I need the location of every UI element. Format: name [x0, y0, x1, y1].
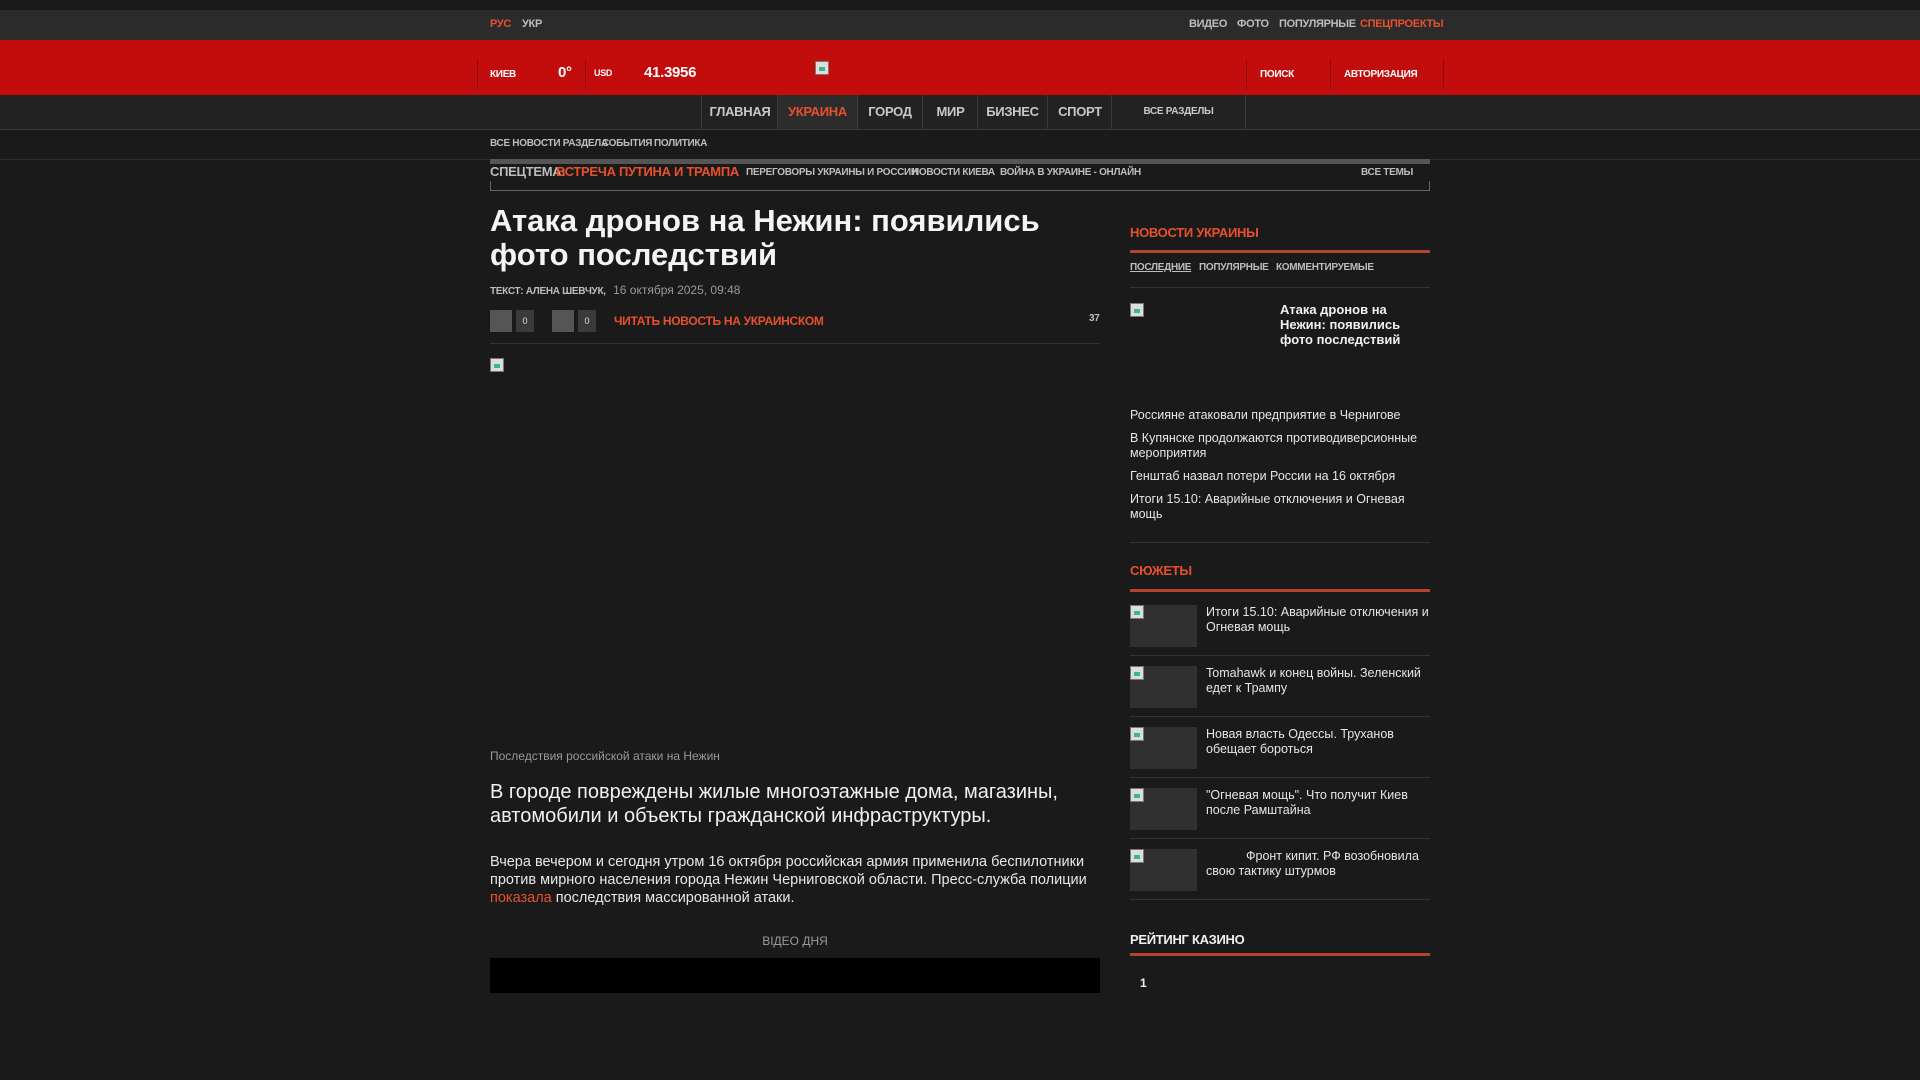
divider [1246, 59, 1247, 89]
video-player[interactable] [490, 958, 1100, 993]
story-title[interactable]: "Огневая мощь". Что получит Киев после Р… [1206, 788, 1430, 818]
story-thumbnail [1130, 727, 1197, 769]
lang-uk-link[interactable]: УКР [522, 18, 542, 30]
featured-news-thumbnail[interactable] [1130, 303, 1144, 317]
currency-label: USD [594, 68, 613, 78]
photo-caption: Последствия российской атаки на Нежин [490, 749, 720, 763]
broken-image-icon [1130, 788, 1144, 802]
story-item[interactable]: Итоги 15.10: Аварийные отключения и Огне… [1130, 605, 1430, 656]
body-text: последствия массированной атаки. [551, 890, 795, 906]
divider [477, 59, 478, 89]
article-actions: 0 0 ЧИТАТЬ НОВОСТЬ НА УКРАИНСКОМ 37 [490, 310, 1100, 344]
theme-link-war-online[interactable]: ВОЙНА В УКРАИНЕ - ОНЛАЙН [1000, 167, 1141, 178]
news-item[interactable]: Россияне атаковали предприятие в Черниго… [1130, 408, 1435, 423]
theme-link-kyiv-news[interactable]: НОВОСТИ КИЕВА [912, 167, 995, 178]
story-item[interactable]: Фронт кипит. РФ возобновила свою тактику… [1130, 849, 1430, 900]
story-item[interactable]: Новая власть Одессы. Труханов обещает бо… [1130, 727, 1430, 778]
nav-world[interactable]: МИР [922, 95, 978, 129]
theme-link-negotiations[interactable]: ПЕРЕГОВОРЫ УКРАИНЫ И РОССИИ [746, 167, 918, 178]
comments-count[interactable]: 37 [1089, 313, 1100, 324]
broken-image-icon [1130, 849, 1144, 863]
site-logo[interactable] [815, 61, 829, 75]
popular-link[interactable]: ПОПУЛЯРНЫЕ [1279, 18, 1356, 30]
lang-ru-link[interactable]: РУС [490, 18, 511, 30]
heading-underline [1130, 250, 1430, 253]
story-thumbnail [1130, 849, 1197, 891]
article-title: Атака дронов на Нежин: появились фото по… [490, 203, 1040, 272]
stories-heading[interactable]: СЮЖЕТЫ [1130, 563, 1192, 578]
photo-link[interactable]: ФОТО [1237, 18, 1269, 30]
read-in-ukrainian-link[interactable]: ЧИТАТЬ НОВОСТЬ НА УКРАИНСКОМ [614, 314, 824, 328]
story-item[interactable]: Tomahawk и конец войны. Зеленский едет к… [1130, 666, 1430, 717]
story-item[interactable]: "Огневая мощь". Что получит Киев после Р… [1130, 788, 1430, 839]
top-bar: РУС УКР ВИДЕО ФОТО ПОПУЛЯРНЫЕ СПЕЦПРОЕКТ… [0, 10, 1920, 40]
nav-ukraine[interactable]: УКРАИНА [777, 95, 857, 129]
tab-commented[interactable]: КОММЕНТИРУЕМЫЕ [1276, 262, 1374, 273]
divider [1443, 59, 1444, 89]
all-themes-link[interactable]: ВСЕ ТЕМЫ [1361, 167, 1413, 178]
share-facebook-button[interactable] [490, 310, 512, 332]
article-lead: В городе повреждены жилые многоэтажные д… [490, 781, 1058, 827]
header-bar: КИЕВ 0° USD 41.3956 ПОИСК АВТОРИЗАЦИЯ [0, 40, 1920, 95]
search-button[interactable]: ПОИСК [1260, 69, 1294, 80]
video-link[interactable]: ВИДЕО [1189, 18, 1227, 30]
news-item[interactable]: Итоги 15.10: Аварийные отключения и Огне… [1130, 492, 1435, 522]
article-date: 16 октября 2025, 09:48 [613, 283, 741, 297]
weather-temperature: 0° [558, 64, 572, 81]
special-projects-link[interactable]: СПЕЦПРОЕКТЫ [1360, 18, 1444, 30]
subnav-politics[interactable]: ПОЛИТИКА [654, 138, 707, 149]
currency-rate: 41.3956 [644, 64, 697, 81]
share-count: 0 [578, 310, 596, 332]
casino-rating-heading: РЕЙТИНГ КАЗИНО [1130, 932, 1245, 947]
broken-image-icon [1130, 727, 1144, 741]
share-count: 0 [516, 310, 534, 332]
broken-image-icon [1130, 605, 1144, 619]
nav-business[interactable]: БИЗНЕС [977, 95, 1047, 129]
article-byline: ТЕКСТ: АЛЕНА ШЕВЧУК, 16 октября 2025, 09… [490, 283, 740, 297]
divider [1330, 59, 1331, 89]
main-nav: ГЛАВНАЯ УКРАИНА ГОРОД МИР БИЗНЕС СПОРТ В… [0, 95, 1920, 130]
story-title[interactable]: Новая власть Одессы. Труханов обещает бо… [1206, 727, 1430, 757]
featured-news-link[interactable]: Атака дронов на Нежин: появились фото по… [1280, 302, 1430, 347]
nav-sport[interactable]: СПОРТ [1047, 95, 1112, 129]
share-telegram-button[interactable] [552, 310, 574, 332]
news-item[interactable]: В Купянске продолжаются противодиверсион… [1130, 431, 1435, 461]
broken-image-icon [490, 358, 504, 372]
login-button[interactable]: АВТОРИЗАЦИЯ [1344, 69, 1418, 80]
ukraine-news-heading[interactable]: НОВОСТИ УКРАИНЫ [1130, 225, 1259, 240]
subnav-events[interactable]: СОБЫТИЯ [602, 138, 652, 149]
article-photo [490, 358, 1100, 738]
body-text: Вчера вечером и сегодня утром 16 октября… [490, 854, 1087, 888]
story-title[interactable]: Итоги 15.10: Аварийные отключения и Огне… [1206, 605, 1430, 635]
article-body: Вчера вечером и сегодня утром 16 октября… [490, 853, 1100, 907]
divider [585, 59, 586, 89]
video-of-day-label: ВІДЕО ДНЯ [762, 934, 828, 948]
nav-home[interactable]: ГЛАВНАЯ [701, 95, 778, 129]
story-title[interactable]: Tomahawk и конец войны. Зеленский едет к… [1206, 666, 1430, 696]
story-thumbnail [1130, 605, 1197, 647]
special-theme-label: СПЕЦТЕМА: [490, 164, 566, 179]
story-thumbnail [1130, 666, 1197, 708]
broken-image-icon [1130, 666, 1144, 680]
article-author[interactable]: ТЕКСТ: АЛЕНА ШЕВЧУК, [490, 286, 606, 297]
heading-underline [1130, 953, 1430, 956]
nav-all-sections[interactable]: ВСЕ РАЗДЕЛЫ [1111, 95, 1246, 129]
nav-city[interactable]: ГОРОД [857, 95, 922, 129]
section-subnav: ВСЕ НОВОСТИ РАЗДЕЛА СОБЫТИЯ ПОЛИТИКА [0, 130, 1920, 160]
story-thumbnail [1130, 788, 1197, 830]
weather-city: КИЕВ [490, 69, 516, 80]
theme-bar-frame [490, 181, 1430, 191]
heading-underline [1130, 589, 1430, 592]
body-link[interactable]: показала [490, 890, 552, 906]
tab-latest[interactable]: ПОСЛЕДНИЕ [1130, 262, 1191, 273]
casino-rank-number: 1 [1140, 976, 1147, 990]
special-theme-link[interactable]: ВСТРЕЧА ПУТИНА И ТРАМПА [556, 164, 739, 179]
news-item[interactable]: Генштаб назвал потери России на 16 октяб… [1130, 469, 1435, 484]
subnav-all-news[interactable]: ВСЕ НОВОСТИ РАЗДЕЛА [490, 138, 608, 149]
divider [1130, 542, 1430, 543]
tab-popular[interactable]: ПОПУЛЯРНЫЕ [1199, 262, 1269, 273]
divider [1130, 287, 1430, 288]
story-title[interactable]: Фронт кипит. РФ возобновила свою тактику… [1206, 849, 1430, 879]
